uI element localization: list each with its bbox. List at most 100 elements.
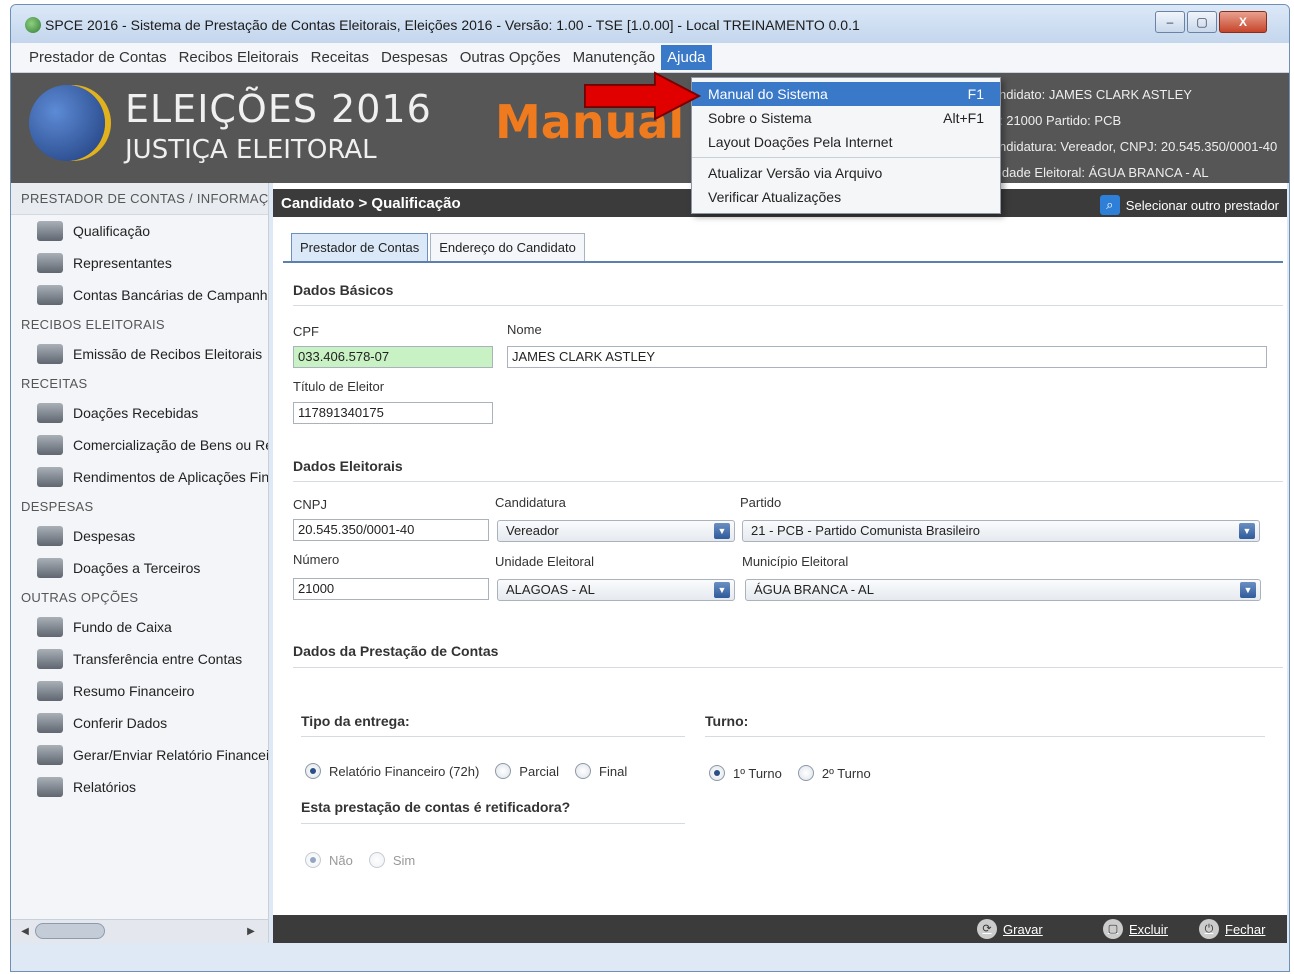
sidebar-item-label: Fundo de Caixa	[73, 619, 172, 635]
tab-prestador-de-contas[interactable]: Prestador de Contas	[291, 233, 429, 261]
radio-parcial[interactable]	[495, 763, 512, 779]
radio-final[interactable]	[575, 763, 592, 779]
fechar-label: Fechar	[1225, 921, 1266, 937]
sidebar-item-transferencia[interactable]: Transferência entre Contas	[11, 643, 268, 675]
sidebar: PRESTADOR DE CONTAS / INFORMAÇ Qualifica…	[11, 183, 269, 943]
sidebar-item-fundo-caixa[interactable]: Fundo de Caixa	[11, 611, 268, 643]
sidebar-item-emissao-recibos[interactable]: Emissão de Recibos Eleitorais	[11, 338, 268, 370]
chevron-down-icon: ▼	[1240, 582, 1256, 598]
cnpj-field[interactable]: 20.545.350/0001-40	[293, 519, 489, 541]
radio-label-nao: Não	[329, 852, 353, 868]
app-window: SPCE 2016 - Sistema de Prestação de Cont…	[10, 4, 1290, 972]
radio-label-final: Final	[599, 763, 628, 779]
menu-item-verificar-atualizacoes[interactable]: Verificar Atualizações	[692, 185, 1000, 209]
section-divider	[293, 305, 1283, 306]
partido-select[interactable]: 21 - PCB - Partido Comunista Brasileiro …	[742, 520, 1260, 542]
radio-2-turno[interactable]	[797, 765, 814, 781]
excluir-label: Excluir	[1129, 921, 1169, 937]
sidebar-item-doacoes-recebidas[interactable]: Doações Recebidas	[11, 397, 268, 429]
handshake-icon	[37, 403, 63, 423]
sidebar-group-recibos: RECIBOS ELEITORAIS	[21, 317, 165, 332]
transfer-icon	[37, 649, 63, 669]
municipio-eleitoral-label: Município Eleitoral	[742, 554, 849, 569]
tipo-entrega-radio-group: Relatório Financeiro (72h) Parcial Final	[305, 763, 643, 779]
cpf-label: CPF	[293, 324, 319, 339]
menu-manutencao[interactable]: Manutenção	[567, 45, 662, 70]
sidebar-item-conferir-dados[interactable]: Conferir Dados	[11, 707, 268, 739]
municipio-eleitoral-select[interactable]: ÁGUA BRANCA - AL ▼	[745, 579, 1261, 601]
numero-field[interactable]: 21000	[293, 578, 489, 600]
scroll-right-arrow-icon[interactable]: ▶	[243, 924, 259, 940]
titulo-eleitor-label: Título de Eleitor	[293, 379, 385, 394]
scroll-left-arrow-icon[interactable]: ◀	[17, 924, 33, 940]
menu-item-shortcut: F1	[967, 86, 984, 102]
save-icon: ⟳	[977, 919, 997, 939]
sidebar-item-label: Relatórios	[73, 779, 137, 795]
sidebar-item-despesas[interactable]: Despesas	[11, 520, 268, 552]
bank-icon	[37, 285, 63, 305]
tab-endereco-candidato[interactable]: Endereço do Candidato	[430, 233, 585, 261]
titulo-eleitor-field[interactable]: 117891340175	[293, 402, 493, 424]
scroll-thumb[interactable]	[35, 923, 105, 939]
trash-icon: ▢	[1103, 919, 1123, 939]
minimize-button[interactable]: –	[1155, 11, 1185, 33]
chevron-down-icon: ▼	[714, 582, 730, 598]
menu-prestador-de-contas[interactable]: Prestador de Contas	[23, 45, 173, 70]
menu-ajuda[interactable]: Ajuda	[661, 45, 712, 70]
chevron-down-icon: ▼	[714, 523, 730, 539]
menu-receitas[interactable]: Receitas	[305, 45, 375, 70]
cnpj-label: CNPJ	[293, 497, 327, 512]
sidebar-item-gerar-enviar[interactable]: Gerar/Enviar Relatório Financeir	[11, 739, 268, 771]
sidebar-item-label: Representantes	[73, 255, 172, 271]
unidade-eleitoral-select[interactable]: ALAGOAS - AL ▼	[497, 579, 735, 601]
sidebar-item-contas-bancarias[interactable]: Contas Bancárias de Campanh	[11, 279, 268, 311]
sidebar-item-rendimentos[interactable]: Rendimentos de Aplicações Fin	[11, 461, 268, 493]
excluir-button[interactable]: ▢ Excluir	[1103, 919, 1168, 939]
send-report-icon	[37, 745, 63, 765]
coin-icon	[37, 558, 63, 578]
radio-1-turno[interactable]	[709, 765, 725, 781]
maximize-button[interactable]: ▢	[1187, 11, 1217, 33]
menu-item-atualizar-versao[interactable]: Atualizar Versão via Arquivo	[692, 161, 1000, 185]
menu-despesas[interactable]: Despesas	[375, 45, 454, 70]
candidatura-select[interactable]: Vereador ▼	[497, 520, 735, 542]
app-icon	[25, 17, 41, 33]
select-other-prestador-link[interactable]: ⌕ Selecionar outro prestador	[1099, 195, 1279, 215]
close-button[interactable]: X	[1219, 11, 1267, 33]
sidebar-group-receitas: RECEITAS	[21, 376, 88, 391]
menu-item-label: Atualizar Versão via Arquivo	[708, 165, 883, 181]
radio-relatorio-financeiro[interactable]	[305, 763, 321, 779]
title-bar: SPCE 2016 - Sistema de Prestação de Cont…	[11, 5, 1289, 43]
tab-underline	[283, 261, 1283, 263]
menu-item-layout-doacoes[interactable]: Layout Doações Pela Internet	[692, 130, 1000, 154]
menu-recibos-eleitorais[interactable]: Recibos Eleitorais	[173, 45, 305, 70]
fechar-button[interactable]: ⏻ Fechar	[1199, 919, 1265, 939]
sidebar-item-comercializacao[interactable]: Comercialização de Bens ou Re	[11, 429, 268, 461]
sidebar-item-resumo-financeiro[interactable]: Resumo Financeiro	[11, 675, 268, 707]
radio-sim[interactable]	[368, 852, 385, 868]
receipt-icon	[37, 344, 63, 364]
sidebar-item-qualificacao[interactable]: Qualificação	[11, 215, 268, 247]
menu-bar: Prestador de Contas Recibos Eleitorais R…	[11, 43, 1289, 73]
nome-field[interactable]: JAMES CLARK ASTLEY	[507, 346, 1267, 368]
sidebar-item-representantes[interactable]: Representantes	[11, 247, 268, 279]
menu-outras-opcoes[interactable]: Outras Opções	[454, 45, 567, 70]
sidebar-item-label: Resumo Financeiro	[73, 683, 195, 699]
sidebar-item-label: Qualificação	[73, 223, 151, 239]
gravar-button[interactable]: ⟳ Gravar	[977, 919, 1043, 939]
menu-item-manual-do-sistema[interactable]: Manual do Sistema F1	[692, 82, 1000, 106]
candidatura-value: Vereador	[506, 523, 559, 538]
menu-item-label: Layout Doações Pela Internet	[708, 134, 893, 150]
radio-nao[interactable]	[305, 852, 321, 868]
sidebar-item-label: Comercialização de Bens ou Re	[73, 437, 269, 453]
sidebar-horizontal-scrollbar[interactable]: ◀ ▶	[11, 919, 268, 943]
sidebar-item-label: Rendimentos de Aplicações Fin	[73, 469, 269, 485]
justica-eleitoral-logo	[29, 85, 105, 161]
radio-label-parcial: Parcial	[519, 763, 560, 779]
search-icon: ⌕	[1099, 195, 1120, 215]
sidebar-item-relatorios[interactable]: Relatórios	[11, 771, 268, 803]
section-divider	[293, 667, 1283, 668]
cpf-field[interactable]: 033.406.578-07	[293, 346, 493, 368]
menu-item-sobre-o-sistema[interactable]: Sobre o Sistema Alt+F1	[692, 106, 1000, 130]
sidebar-item-doacoes-terceiros[interactable]: Doações a Terceiros	[11, 552, 268, 584]
